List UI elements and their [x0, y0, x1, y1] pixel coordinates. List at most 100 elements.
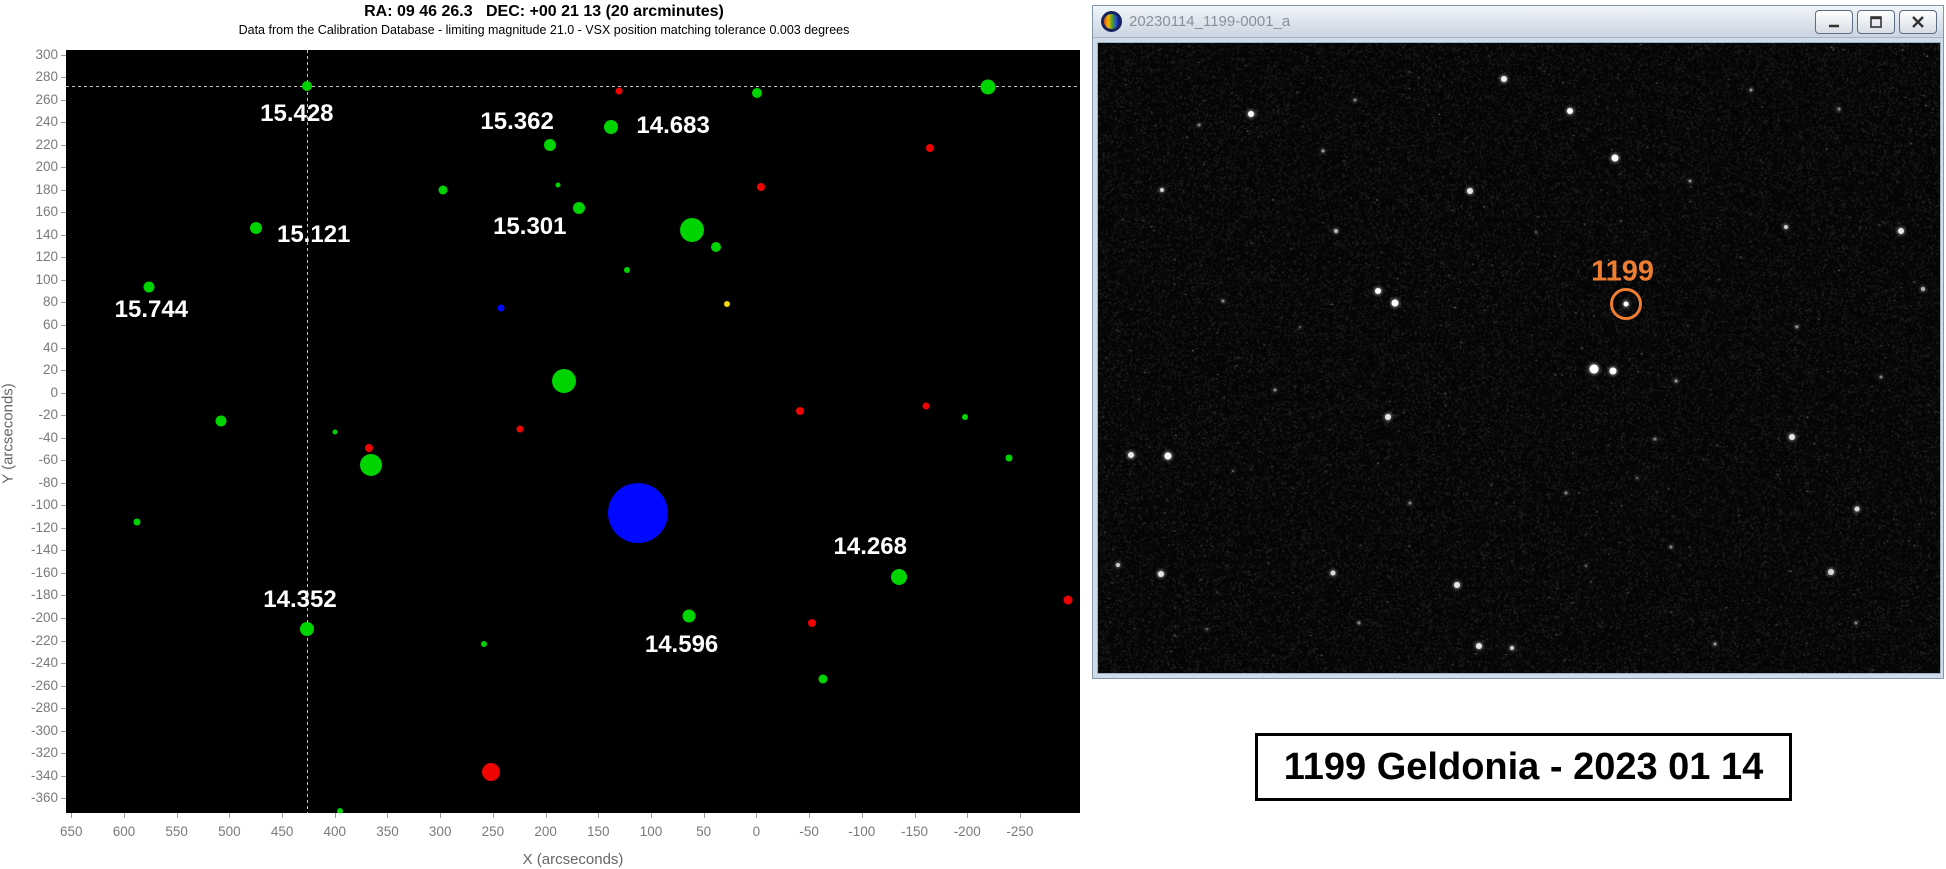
- x-tick-mark: [282, 813, 283, 818]
- star-data-point[interactable]: [302, 81, 312, 91]
- star-data-point[interactable]: [360, 454, 382, 476]
- image-viewer-window: 20230114_1199-0001_a 1199: [1092, 5, 1944, 679]
- star: [1408, 501, 1411, 504]
- y-tick-label: 20: [12, 363, 58, 377]
- star-data-point[interactable]: [573, 202, 585, 214]
- star: [1273, 388, 1276, 391]
- star-data-point[interactable]: [250, 222, 262, 234]
- star-data-point[interactable]: [624, 267, 630, 273]
- star-data-point[interactable]: [757, 183, 765, 191]
- y-tick-label: -160: [12, 566, 58, 580]
- y-tick-label: -140: [12, 543, 58, 557]
- star-data-point[interactable]: [556, 183, 561, 188]
- star-data-point[interactable]: [498, 305, 505, 312]
- maximize-icon: [1869, 15, 1883, 29]
- star-data-point[interactable]: [552, 369, 576, 393]
- star: [1855, 507, 1860, 512]
- star: [1880, 375, 1883, 378]
- star-data-point[interactable]: [1006, 454, 1013, 461]
- star-data-point[interactable]: [481, 641, 487, 647]
- star-data-point[interactable]: [439, 185, 448, 194]
- magnitude-label: 15.428: [260, 100, 333, 128]
- y-tick-label: -320: [12, 746, 58, 760]
- x-tick-mark: [493, 813, 494, 818]
- magnitude-label: 15.301: [493, 213, 566, 241]
- star-data-point[interactable]: [796, 407, 804, 415]
- x-tick-mark: [387, 813, 388, 818]
- star-data-point[interactable]: [926, 144, 934, 152]
- plot-area[interactable]: 15.428 15.362 14.683 15.301 15.121 15.744 14.3…: [66, 50, 1080, 813]
- star-data-point[interactable]: [682, 609, 695, 622]
- star: [1160, 188, 1164, 192]
- star: [1353, 98, 1356, 101]
- magnitude-label: 14.683: [636, 112, 709, 140]
- y-tick-label: 180: [12, 183, 58, 197]
- target-crosshair-horizontal: [66, 86, 1080, 87]
- x-tick-label: 650: [46, 824, 96, 839]
- y-tick-label: -200: [12, 611, 58, 625]
- minimize-button[interactable]: [1815, 10, 1853, 34]
- star-data-point[interactable]: [981, 80, 996, 95]
- star: [1232, 470, 1234, 472]
- star-data-point[interactable]: [482, 763, 500, 781]
- star-data-point[interactable]: [616, 87, 623, 94]
- screen: RA: 09 46 26.3 DEC: +00 21 13 (20 arcmin…: [0, 0, 1946, 869]
- star: [1128, 452, 1134, 458]
- star-data-point[interactable]: [544, 139, 556, 151]
- star-data-point[interactable]: [818, 674, 827, 683]
- y-tick-label: -300: [12, 724, 58, 738]
- x-tick-label: 550: [152, 824, 202, 839]
- star-data-point[interactable]: [133, 519, 140, 526]
- starfield-image[interactable]: 1199: [1097, 42, 1941, 674]
- star-data-point[interactable]: [604, 120, 618, 134]
- y-tick-label: 140: [12, 228, 58, 242]
- star-data-point[interactable]: [215, 415, 226, 426]
- star-data-point[interactable]: [962, 414, 968, 420]
- x-axis-label: X (arcseconds): [66, 851, 1080, 868]
- star-data-point[interactable]: [891, 569, 907, 585]
- x-tick-label: 500: [204, 824, 254, 839]
- star-data-point[interactable]: [923, 403, 930, 410]
- y-tick-label: 60: [12, 318, 58, 332]
- star-data-point[interactable]: [365, 444, 373, 452]
- star: [1116, 563, 1120, 567]
- star-data-point[interactable]: [724, 301, 730, 307]
- caption-box: 1199 Geldonia - 2023 01 14: [1255, 733, 1792, 801]
- star-data-point[interactable]: [752, 88, 762, 98]
- close-button[interactable]: [1899, 10, 1937, 34]
- x-tick-mark: [809, 813, 810, 818]
- star-data-point[interactable]: [517, 425, 524, 432]
- star: [1375, 288, 1381, 294]
- star-data-point[interactable]: [680, 218, 704, 242]
- magnitude-label: 14.596: [645, 631, 718, 659]
- star: [1714, 643, 1717, 646]
- star-data-point[interactable]: [608, 483, 668, 543]
- star-data-point[interactable]: [300, 622, 314, 636]
- maximize-button[interactable]: [1857, 10, 1895, 34]
- star: [1688, 179, 1691, 182]
- x-tick-mark: [651, 813, 652, 818]
- star-data-point[interactable]: [711, 242, 721, 252]
- y-tick-label: -120: [12, 521, 58, 535]
- star-data-point[interactable]: [1064, 595, 1073, 604]
- star: [1789, 434, 1795, 440]
- star: [1784, 225, 1788, 229]
- star: [1334, 229, 1338, 233]
- y-tick-label: -240: [12, 656, 58, 670]
- y-tick-label: 220: [12, 138, 58, 152]
- star-data-point[interactable]: [144, 281, 155, 292]
- y-tick-label: 240: [12, 115, 58, 129]
- app-icon: [1101, 11, 1122, 32]
- asteroid-marker-circle: [1610, 288, 1642, 320]
- magnitude-label: 14.352: [263, 586, 336, 614]
- star: [1392, 300, 1399, 307]
- star-data-point[interactable]: [337, 808, 343, 813]
- star: [1198, 123, 1201, 126]
- window-titlebar[interactable]: 20230114_1199-0001_a: [1093, 6, 1943, 38]
- y-tick-label: -80: [12, 476, 58, 490]
- star-data-point[interactable]: [808, 619, 816, 627]
- x-tick-mark: [440, 813, 441, 818]
- x-tick-label: 100: [626, 824, 676, 839]
- y-tick-label: 100: [12, 273, 58, 287]
- star-data-point[interactable]: [332, 430, 337, 435]
